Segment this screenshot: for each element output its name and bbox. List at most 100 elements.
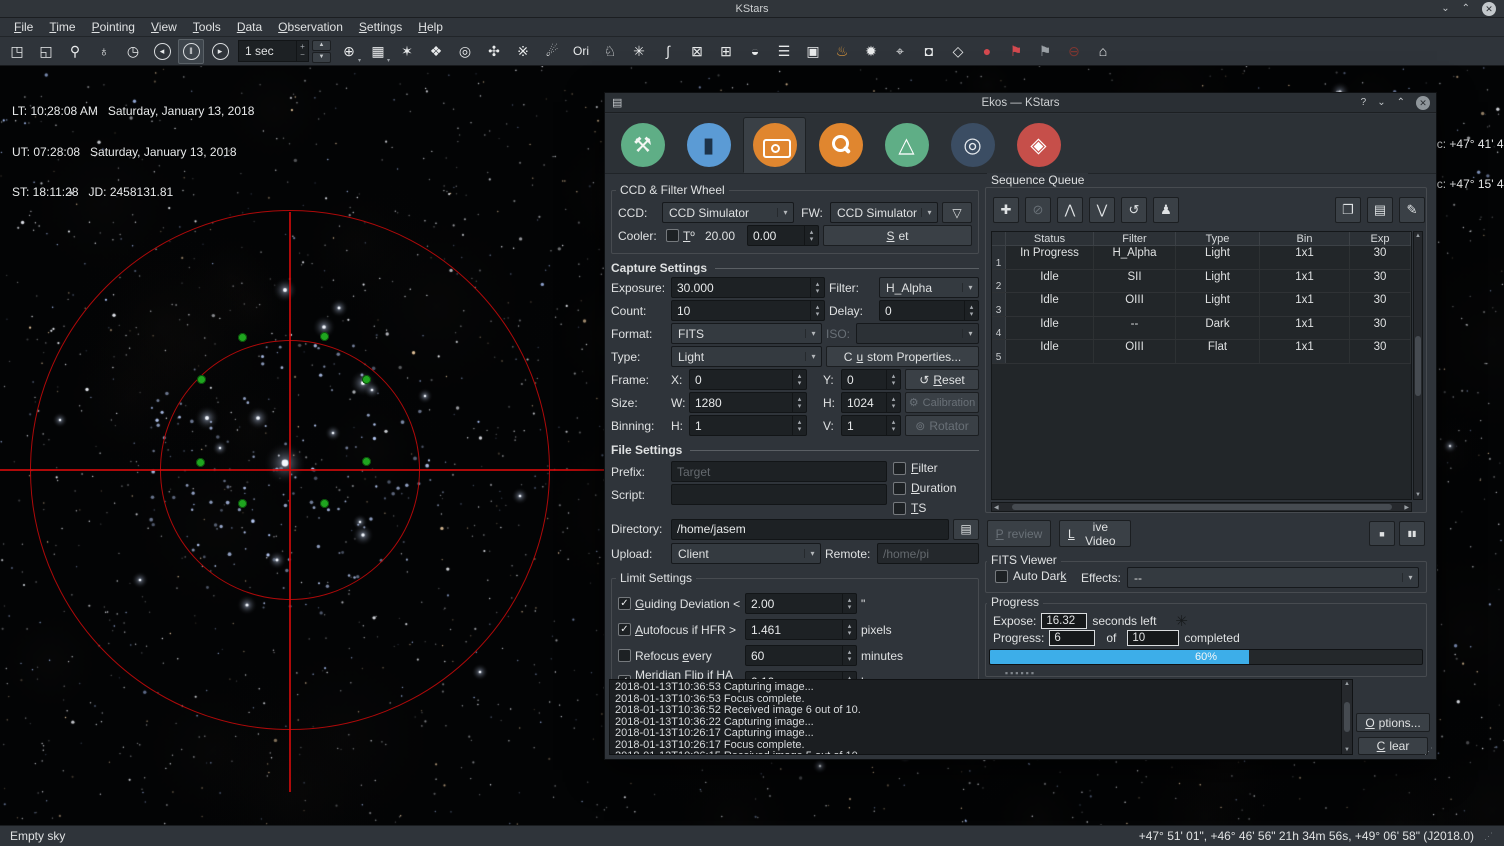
splitter-handle[interactable]: ▪▪▪▪▪▪ <box>605 670 1436 676</box>
menu-time[interactable]: Time <box>41 18 83 36</box>
filter-manager-button[interactable]: ▽ <box>942 202 972 223</box>
move-job-down-button[interactable]: ⋁ <box>1089 197 1115 223</box>
ts-suffix-checkbox[interactable] <box>893 502 906 515</box>
menu-tools[interactable]: Tools <box>185 18 229 36</box>
bin-v-spin[interactable] <box>841 415 901 436</box>
sequence-row[interactable]: 1In ProgressH_AlphaLight1x130 <box>992 246 1411 270</box>
toggle-comets-button[interactable]: ☄ <box>539 39 565 64</box>
menu-pointing[interactable]: Pointing <box>84 18 143 36</box>
toggle-horizon-button[interactable]: ◒ <box>742 39 768 64</box>
tab-focus[interactable] <box>809 117 872 173</box>
menu-file[interactable]: File <box>6 18 41 36</box>
filter-select[interactable]: H_Alpha ▾ <box>879 277 979 298</box>
spin-arrows-icon[interactable] <box>886 393 900 412</box>
close-icon[interactable]: ✕ <box>1482 2 1496 16</box>
record-video-button[interactable]: ● <box>974 39 1000 64</box>
size-h-input[interactable] <box>842 393 886 412</box>
pointing-target-button[interactable]: ⊕▾ <box>336 39 362 64</box>
set-time-button[interactable]: ◷ <box>120 39 146 64</box>
lock-position-button[interactable]: ◘ <box>916 39 942 64</box>
menu-help[interactable]: Help <box>410 18 451 36</box>
ccd-select[interactable]: CCD Simulator ▾ <box>662 202 794 223</box>
pause-clock-button[interactable]: ‖ <box>178 39 204 64</box>
filter-suffix-checkbox[interactable] <box>893 462 906 475</box>
center-telescope-button[interactable]: ⌖ <box>887 39 913 64</box>
frame-x-input[interactable] <box>690 370 792 389</box>
fw-select[interactable]: CCD Simulator ▾ <box>830 202 938 223</box>
exposure-input[interactable] <box>672 278 810 297</box>
count-spin[interactable] <box>671 300 825 321</box>
find-object-button[interactable]: ⚲ <box>62 39 88 64</box>
custom-properties-button[interactable]: Custom Properties... <box>826 346 979 367</box>
spin-arrows-icon[interactable] <box>842 620 856 639</box>
spin-arrows-icon[interactable] <box>810 301 824 320</box>
options-button[interactable]: Options... <box>1356 713 1430 732</box>
toggle-supernovae-button[interactable]: ◎ <box>452 39 478 64</box>
toggle-info-boxes-button[interactable]: ☰ <box>771 39 797 64</box>
save-sequence-button[interactable]: ▤ <box>1367 197 1393 223</box>
unit-down-icon[interactable]: ▼ <box>312 52 331 63</box>
pause-button[interactable]: ▮▮ <box>1399 521 1425 546</box>
menu-observation[interactable]: Observation <box>270 18 351 36</box>
abort-action-button[interactable]: ⊖ <box>1061 39 1087 64</box>
mosaic-marker-dot[interactable] <box>362 457 371 466</box>
size-h-spin[interactable] <box>841 392 901 413</box>
scroll-right-icon[interactable]: ▶ <box>1404 504 1409 511</box>
dome-control-button[interactable]: ⌂ <box>1090 39 1116 64</box>
effects-select[interactable]: -- ▾ <box>1127 567 1419 588</box>
toggle-equatorial-grid-button[interactable]: ⊞ <box>713 39 739 64</box>
scroll-up-icon[interactable]: ▲ <box>1344 681 1350 687</box>
sequence-row[interactable]: 4Idle--Dark1x130 <box>992 317 1411 341</box>
toggle-stars-button[interactable]: ✶ <box>394 39 420 64</box>
add-flag-button[interactable]: ⚑ <box>1003 39 1029 64</box>
reset-jobs-button[interactable]: ↺ <box>1121 197 1147 223</box>
menu-settings[interactable]: Settings <box>351 18 410 36</box>
script-input[interactable] <box>671 484 887 505</box>
mosaic-marker-dot[interactable] <box>196 458 205 467</box>
toggle-mosaic-button[interactable]: ◇ <box>945 39 971 64</box>
set-geographic-location-button[interactable]: ♁ <box>91 39 117 64</box>
live-video-button[interactable]: Live Video <box>1059 520 1131 547</box>
spin-arrows-icon[interactable] <box>792 370 806 389</box>
tab-scheduler[interactable]: ▮ <box>677 117 740 173</box>
scroll-down-icon[interactable]: ▼ <box>1344 747 1350 753</box>
count-input[interactable] <box>672 301 810 320</box>
clear-button[interactable]: Clear <box>1358 737 1428 755</box>
limit-value-input[interactable] <box>746 594 842 613</box>
remove-job-button[interactable]: ⊘ <box>1025 197 1051 223</box>
menu-data[interactable]: Data <box>229 18 270 36</box>
shade-icon[interactable]: ⌄ <box>1377 95 1385 111</box>
maximize-icon[interactable]: ⌃ <box>1462 1 1470 17</box>
view-image-button[interactable]: ▦▾ <box>365 39 391 64</box>
move-job-up-button[interactable]: ⋀ <box>1057 197 1083 223</box>
minimize-icon[interactable]: ⌄ <box>1441 1 1449 17</box>
mosaic-marker-dot[interactable] <box>238 499 247 508</box>
frame-y-spin[interactable] <box>841 369 901 390</box>
open-sequence-button[interactable]: ❐ <box>1335 197 1361 223</box>
bin-v-input[interactable] <box>842 416 886 435</box>
zoom-out-view-button[interactable]: ◱ <box>33 39 59 64</box>
scrollbar-thumb[interactable] <box>1012 504 1392 510</box>
delay-input[interactable] <box>880 301 964 320</box>
location-info-box[interactable]: Sabahiya, Ahmadi, Kuwait Long: 48.100833… <box>12 799 191 825</box>
stop-button[interactable]: ■ <box>1369 521 1395 546</box>
limit-value-spin[interactable] <box>745 619 857 640</box>
cooler-checkbox[interactable] <box>666 229 679 242</box>
spin-arrows-icon[interactable] <box>886 370 900 389</box>
remove-flag-button[interactable]: ⚑ <box>1032 39 1058 64</box>
reset-frame-button[interactable]: ↺Reset <box>905 369 979 390</box>
toggle-constellation-names-button[interactable]: Ori <box>568 39 594 64</box>
toggle-constellation-art-button[interactable]: ♘ <box>597 39 623 64</box>
sequence-row[interactable]: 2IdleSIILight1x130 <box>992 270 1411 294</box>
toggle-satellites-button[interactable]: ※ <box>510 39 536 64</box>
add-job-button[interactable]: ✚ <box>993 197 1019 223</box>
zoom-in-view-button[interactable]: ◳ <box>4 39 30 64</box>
help-icon[interactable]: ? <box>1361 95 1367 111</box>
tab-capture[interactable] <box>743 117 806 173</box>
toggle-constellation-boundaries-button[interactable]: ∫ <box>655 39 681 64</box>
mosaic-marker-dot[interactable] <box>197 375 206 384</box>
duration-suffix-checkbox[interactable] <box>893 482 906 495</box>
sequence-vertical-scrollbar[interactable]: ▲▼ <box>1413 231 1423 500</box>
time-info-box[interactable]: LT: 10:28:08 AM Saturday, January 13, 20… <box>12 78 254 227</box>
unit-up-icon[interactable]: ▲ <box>312 40 331 51</box>
